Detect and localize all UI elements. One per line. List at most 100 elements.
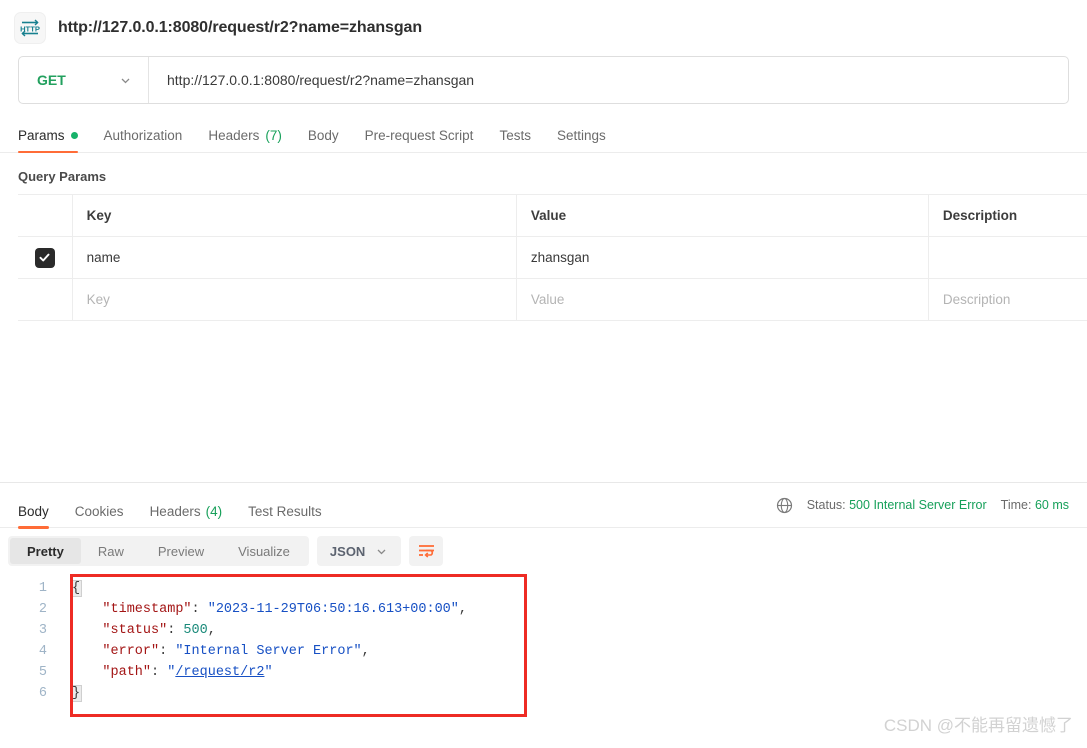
tab-body-label: Body	[307, 128, 339, 143]
response-tab-cookies[interactable]: Cookies	[62, 504, 137, 528]
code-line: "timestamp": "2023-11-29T06:50:16.613+00…	[70, 599, 467, 620]
code-token-brace: {	[70, 580, 83, 597]
tab-settings[interactable]: Settings	[544, 128, 619, 152]
tab-headers[interactable]: Headers (7)	[195, 128, 295, 152]
table-header-row: Key Value Description	[18, 194, 1087, 236]
tab-params[interactable]: Params	[18, 128, 91, 153]
code-token-key: "status"	[102, 623, 168, 638]
word-wrap-toggle[interactable]	[409, 536, 444, 566]
request-tabs: Params Authorization Headers (7) Body Pr…	[0, 118, 1087, 153]
tab-authorization[interactable]: Authorization	[91, 128, 196, 152]
line-number-gutter: 1 2 3 4 5 6	[0, 578, 57, 704]
header-cell-key: Key	[73, 195, 517, 236]
row-description-input[interactable]	[929, 237, 1087, 278]
header-cell-checkbox	[18, 195, 73, 236]
query-params-label: Query Params	[18, 169, 107, 184]
view-mode-preview[interactable]: Preview	[141, 538, 221, 564]
url-bar-section: GET http://127.0.0.1:8080/request/r2?nam…	[0, 56, 1087, 104]
code-token-str: "	[264, 665, 273, 680]
response-tab-cookies-label: Cookies	[74, 503, 124, 519]
status-label: Status:	[806, 498, 846, 512]
table-row: name zhansgan	[18, 236, 1087, 278]
code-token-key: "timestamp"	[102, 602, 192, 617]
empty-row-checkbox-cell	[18, 279, 73, 320]
watermark-text: CSDN @不能再留遗憾了	[883, 716, 1073, 735]
status-value: 500 Internal Server Error	[849, 498, 987, 512]
json-code-content[interactable]: { "timestamp": "2023-11-29T06:50:16.613+…	[57, 578, 467, 704]
code-line: "status": 500,	[70, 620, 467, 641]
time-label: Time:	[1000, 498, 1032, 512]
tab-pre-request-script[interactable]: Pre-request Script	[352, 128, 487, 152]
code-token-pun	[70, 602, 102, 617]
http-method-select[interactable]: GET	[19, 57, 149, 103]
code-token-pun: :	[151, 665, 168, 680]
code-token-num: 500	[183, 623, 208, 638]
code-token-pun: :	[191, 602, 208, 617]
view-mode-pretty[interactable]: Pretty	[10, 538, 81, 564]
response-header: Body Cookies Headers (4) Test Results St…	[0, 483, 1087, 529]
code-line: "error": "Internal Server Error",	[70, 641, 467, 662]
code-token-pun: :	[167, 623, 184, 638]
time-badge: Time: 60 ms	[1001, 498, 1069, 512]
response-tab-test-results-label: Test Results	[248, 503, 322, 519]
code-token-pun: ,	[458, 602, 467, 617]
status-badge[interactable]: Status: 500 Internal Server Error	[807, 498, 987, 512]
line-number: 3	[38, 623, 47, 638]
response-status-area: Status: 500 Internal Server Error Time: …	[776, 497, 1069, 514]
http-method-label: GET	[37, 72, 66, 88]
row-enabled-checkbox[interactable]	[34, 247, 55, 268]
code-token-pun	[70, 644, 102, 659]
empty-row-value-input[interactable]: Value	[517, 279, 929, 320]
code-token-pun: ,	[361, 644, 370, 659]
code-token-link[interactable]: /request/r2	[175, 665, 264, 680]
tab-tests[interactable]: Tests	[486, 128, 544, 152]
body-format-select[interactable]: JSON	[316, 536, 402, 566]
tab-settings-label: Settings	[556, 128, 606, 143]
url-bar: GET http://127.0.0.1:8080/request/r2?nam…	[18, 56, 1069, 104]
code-token-str: "2023-11-29T06:50:16.613+00:00"	[207, 602, 459, 617]
globe-icon[interactable]	[776, 497, 793, 514]
line-number: 6	[38, 686, 47, 701]
body-format-label: JSON	[329, 543, 366, 559]
header-cell-value: Value	[517, 195, 929, 236]
query-params-table: Key Value Description name zhansgan Key …	[18, 194, 1087, 321]
empty-row-description-input[interactable]: Description	[929, 279, 1087, 320]
response-tabs: Body Cookies Headers (4) Test Results	[18, 483, 335, 529]
code-token-pun: :	[159, 644, 176, 659]
page-title: http://127.0.0.1:8080/request/r2?name=zh…	[58, 19, 422, 36]
tab-authorization-label: Authorization	[103, 128, 183, 143]
view-mode-raw[interactable]: Raw	[81, 538, 141, 564]
response-tab-headers[interactable]: Headers (4)	[137, 504, 236, 528]
word-wrap-icon	[418, 545, 434, 558]
line-number: 5	[38, 665, 47, 680]
tab-headers-count: (7)	[265, 128, 282, 143]
line-number: 1	[38, 581, 47, 596]
response-tab-body-label: Body	[18, 503, 49, 519]
code-token-pun: ,	[207, 623, 216, 638]
view-mode-visualize[interactable]: Visualize	[221, 538, 307, 564]
response-body-viewer[interactable]: 1 2 3 4 5 6 { "timestamp": "2023-11-29T0…	[0, 574, 1087, 717]
response-tab-headers-count: (4)	[205, 503, 223, 519]
code-line: "path": "/request/r2"	[70, 662, 467, 683]
row-checkbox-cell	[18, 237, 73, 278]
tab-body[interactable]: Body	[295, 128, 352, 152]
empty-row-key-input[interactable]: Key	[73, 279, 517, 320]
tab-params-label: Params	[18, 128, 65, 143]
tab-pre-request-script-label: Pre-request Script	[364, 128, 474, 143]
response-tab-test-results[interactable]: Test Results	[235, 504, 335, 528]
response-tab-body[interactable]: Body	[18, 503, 62, 529]
code-token-str: "Internal Server Error"	[175, 644, 362, 659]
unsaved-dot-icon	[70, 132, 78, 139]
table-row-empty: Key Value Description	[18, 278, 1087, 321]
chevron-down-icon	[119, 74, 132, 87]
response-tab-headers-label: Headers	[149, 503, 201, 519]
row-key-input[interactable]: name	[73, 237, 517, 278]
tab-headers-label: Headers	[208, 128, 260, 143]
tab-tests-label: Tests	[499, 128, 531, 143]
code-line: {	[70, 578, 467, 599]
row-value-input[interactable]: zhansgan	[517, 237, 929, 278]
url-input[interactable]: http://127.0.0.1:8080/request/r2?name=zh…	[149, 57, 1068, 103]
header-cell-description: Description	[942, 208, 1018, 223]
chevron-down-icon	[375, 545, 388, 558]
title-bar: HTTP http://127.0.0.1:8080/request/r2?na…	[0, 0, 1087, 56]
